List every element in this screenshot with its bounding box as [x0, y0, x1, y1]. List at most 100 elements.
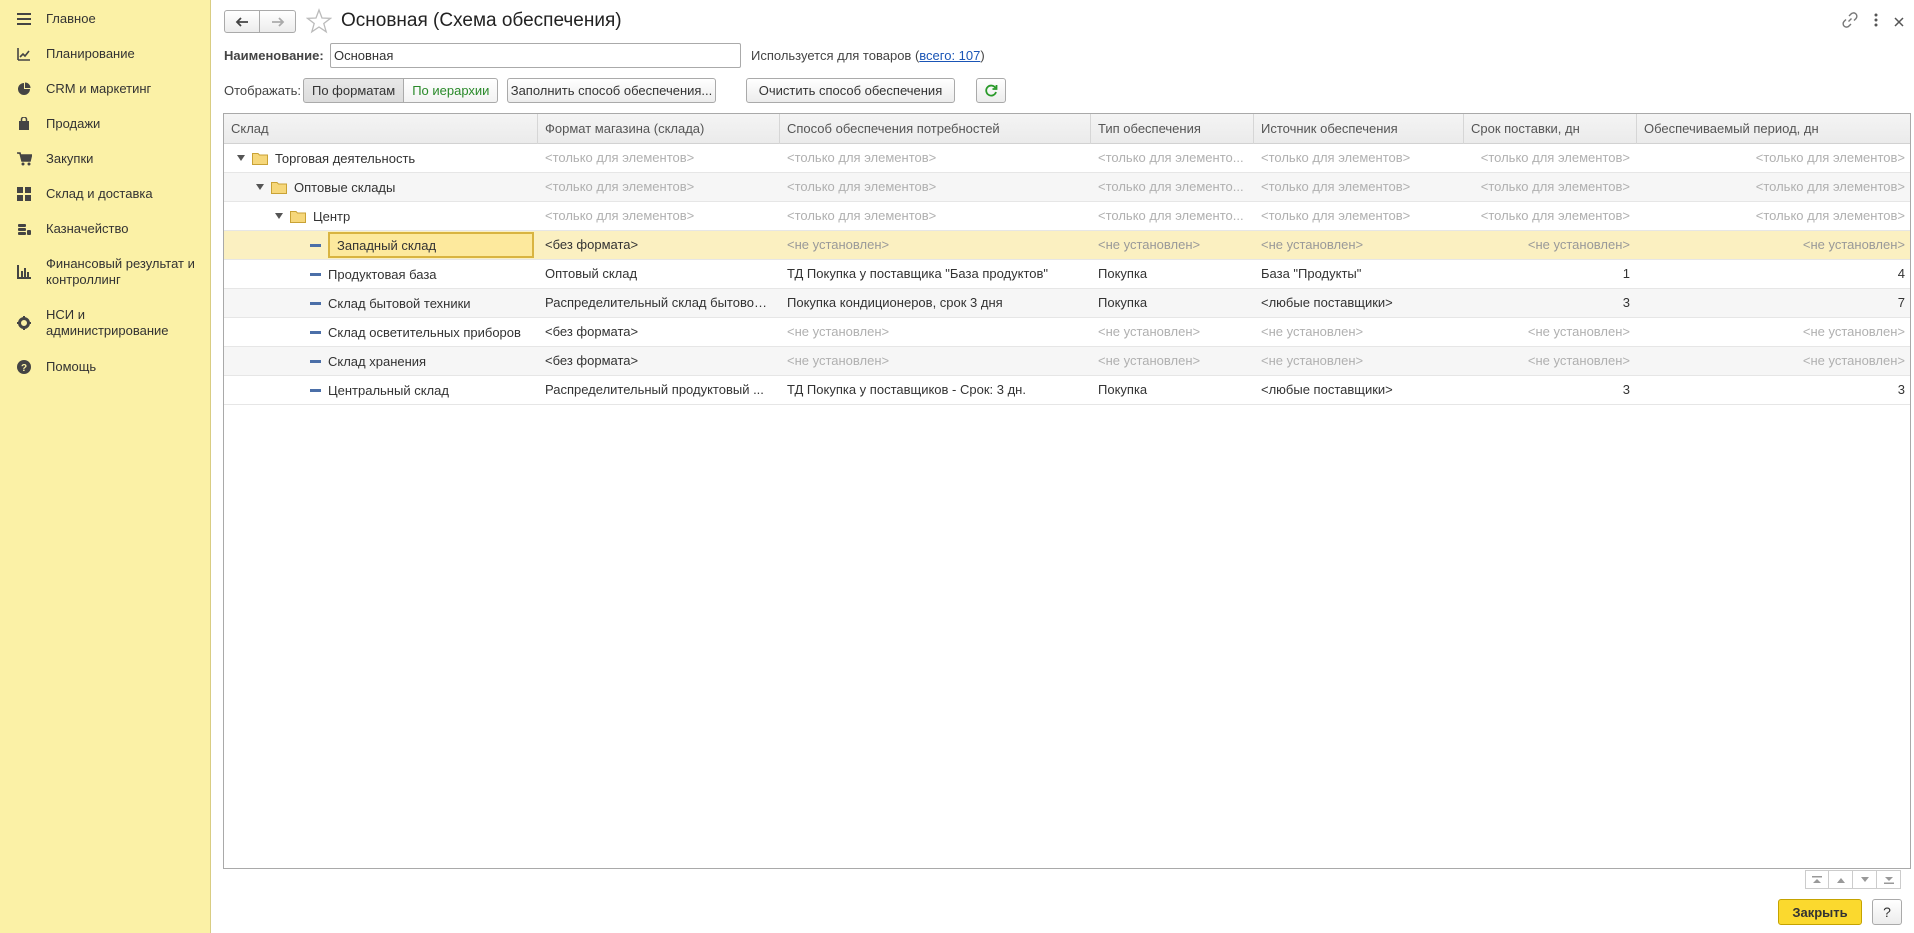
sidebar-item-label: Финансовый результат и контроллинг	[46, 256, 195, 287]
table-row[interactable]: Продуктовая база Оптовый склад ТД Покупк…	[224, 260, 1910, 289]
fill-method-button[interactable]: Заполнить способ обеспечения...	[507, 78, 716, 103]
close-button[interactable]: Закрыть	[1778, 899, 1862, 925]
cart-icon	[16, 151, 32, 167]
sidebar-item-warehouse[interactable]: Склад и доставка	[0, 186, 210, 202]
expand-arrow-icon[interactable]	[274, 211, 284, 221]
cell-source: <только для элементов>	[1261, 179, 1411, 194]
used-suffix: )	[980, 48, 985, 63]
column-header-term[interactable]: Срок поставки, дн	[1464, 114, 1637, 144]
scroll-down-button[interactable]	[1853, 870, 1877, 889]
sidebar-item-label: Главное	[46, 11, 96, 26]
sidebar-item-label: CRM и маркетинг	[46, 81, 152, 96]
forward-button[interactable]	[260, 10, 296, 33]
bar-chart-icon	[16, 264, 32, 280]
scroll-top-button[interactable]	[1805, 870, 1829, 889]
used-for-goods: Используется для товаров (всего: 107)	[751, 48, 985, 63]
scroll-up-icon	[1836, 877, 1845, 883]
table-row[interactable]: Центральный склад Распределительный прод…	[224, 376, 1910, 405]
cell-format: <только для элементов>	[545, 208, 695, 223]
clear-method-button[interactable]: Очистить способ обеспечения	[746, 78, 955, 103]
table-row[interactable]: Оптовые склады <только для элементов> <т…	[224, 173, 1910, 202]
cell-term: 3	[1622, 295, 1630, 310]
table-row[interactable]: Склад хранения <без формата> <не установ…	[224, 347, 1910, 376]
by-formats-button[interactable]: По форматам	[303, 78, 405, 103]
row-name[interactable]: Западный склад	[328, 232, 534, 258]
sidebar-item-planning[interactable]: Планирование	[0, 46, 210, 62]
sidebar-item-crm[interactable]: CRM и маркетинг	[0, 81, 210, 97]
sidebar-item-label: Казначейство	[46, 221, 129, 236]
cell-period: 7	[1897, 295, 1905, 310]
column-header-method[interactable]: Способ обеспечения потребностей	[780, 114, 1091, 144]
cell-format: Распределительный склад бытовой ...	[545, 295, 776, 310]
tree-node	[310, 231, 328, 259]
cell-source: <только для элементов>	[1261, 150, 1411, 165]
cell-period: 4	[1897, 266, 1905, 281]
name-input[interactable]	[330, 43, 741, 68]
expand-arrow-icon[interactable]	[236, 153, 246, 163]
sidebar-item-label: Склад и доставка	[46, 186, 153, 201]
sidebar: Главное Планирование CRM и маркетинг Про…	[0, 0, 211, 933]
row-name: Торговая деятельность	[275, 150, 416, 166]
sidebar-item-sales[interactable]: Продажи	[0, 116, 210, 132]
cell-term: 1	[1622, 266, 1630, 281]
table-row-selected[interactable]: Западный склад <без формата> <не установ…	[224, 231, 1910, 260]
tree-node: Склад хранения	[310, 347, 426, 375]
column-header-source[interactable]: Источник обеспечения	[1254, 114, 1464, 144]
table-row[interactable]: Склад осветительных приборов <без формат…	[224, 318, 1910, 347]
tree-node: Центр	[274, 202, 350, 230]
help-button[interactable]: ?	[1872, 899, 1902, 925]
row-name: Центральный склад	[328, 382, 449, 398]
close-icon[interactable]	[1894, 14, 1904, 30]
row-name: Продуктовая база	[328, 266, 437, 282]
column-header-warehouse[interactable]: Склад	[224, 114, 538, 144]
sidebar-item-finance[interactable]: Финансовый результат и контроллинг	[0, 256, 210, 288]
item-icon	[310, 272, 321, 276]
star-icon[interactable]	[306, 8, 332, 34]
sidebar-item-admin[interactable]: НСИ и администрирование	[0, 307, 210, 339]
sidebar-item-purchases[interactable]: Закупки	[0, 151, 210, 167]
sidebar-item-treasury[interactable]: Казначейство	[0, 221, 210, 237]
grid-icon	[16, 186, 32, 202]
column-header-format[interactable]: Формат магазина (склада)	[538, 114, 780, 144]
sidebar-item-main[interactable]: Главное	[0, 11, 210, 27]
item-icon	[310, 359, 321, 363]
expand-arrow-icon[interactable]	[255, 182, 265, 192]
cell-term: <не установлен>	[1527, 324, 1630, 339]
cell-format: <без формата>	[545, 237, 639, 252]
link-icon[interactable]	[1842, 12, 1858, 31]
table-row[interactable]: Центр <только для элементов> <только для…	[224, 202, 1910, 231]
table-row[interactable]: Торговая деятельность <только для элемен…	[224, 144, 1910, 173]
cell-type: <только для элементо...	[1098, 150, 1244, 165]
scroll-up-button[interactable]	[1829, 870, 1853, 889]
cell-source: <не установлен>	[1261, 324, 1364, 339]
nav-buttons	[224, 10, 296, 33]
sidebar-item-help[interactable]: ? Помощь	[0, 359, 210, 375]
refresh-button[interactable]	[976, 78, 1006, 103]
column-header-type[interactable]: Тип обеспечения	[1091, 114, 1254, 144]
scroll-down-icon	[1860, 876, 1869, 882]
sidebar-item-label: Закупки	[46, 151, 94, 166]
menu-icon	[16, 11, 32, 27]
page-title: Основная (Схема обеспечения)	[341, 10, 622, 31]
cell-format: <без формата>	[545, 324, 639, 339]
cell-source: <только для элементов>	[1261, 208, 1411, 223]
more-icon[interactable]	[1874, 13, 1878, 30]
back-button[interactable]	[224, 10, 260, 33]
folder-icon	[271, 181, 287, 194]
column-header-period[interactable]: Обеспечиваемый период, дн	[1637, 114, 1910, 144]
folder-icon	[290, 210, 306, 223]
cell-format: <только для элементов>	[545, 150, 695, 165]
scroll-bottom-button[interactable]	[1877, 870, 1901, 889]
by-hierarchy-button[interactable]: По иерархии	[404, 78, 499, 103]
scroll-top-icon	[1812, 875, 1822, 883]
table-scroll-controls	[1805, 870, 1901, 889]
cell-term: 3	[1622, 382, 1630, 397]
cell-source: <любые поставщики>	[1261, 295, 1393, 310]
table-row[interactable]: Склад бытовой техники Распределительный …	[224, 289, 1910, 318]
goods-count-link[interactable]: всего: 107	[919, 48, 980, 63]
cell-period: <не установлен>	[1802, 237, 1905, 252]
cell-term: <не установлен>	[1527, 237, 1630, 252]
cell-method: ТД Покупка у поставщиков - Срок: 3 дн.	[787, 382, 1026, 397]
name-label: Наименование:	[224, 48, 324, 63]
arrow-left-icon	[235, 16, 248, 27]
